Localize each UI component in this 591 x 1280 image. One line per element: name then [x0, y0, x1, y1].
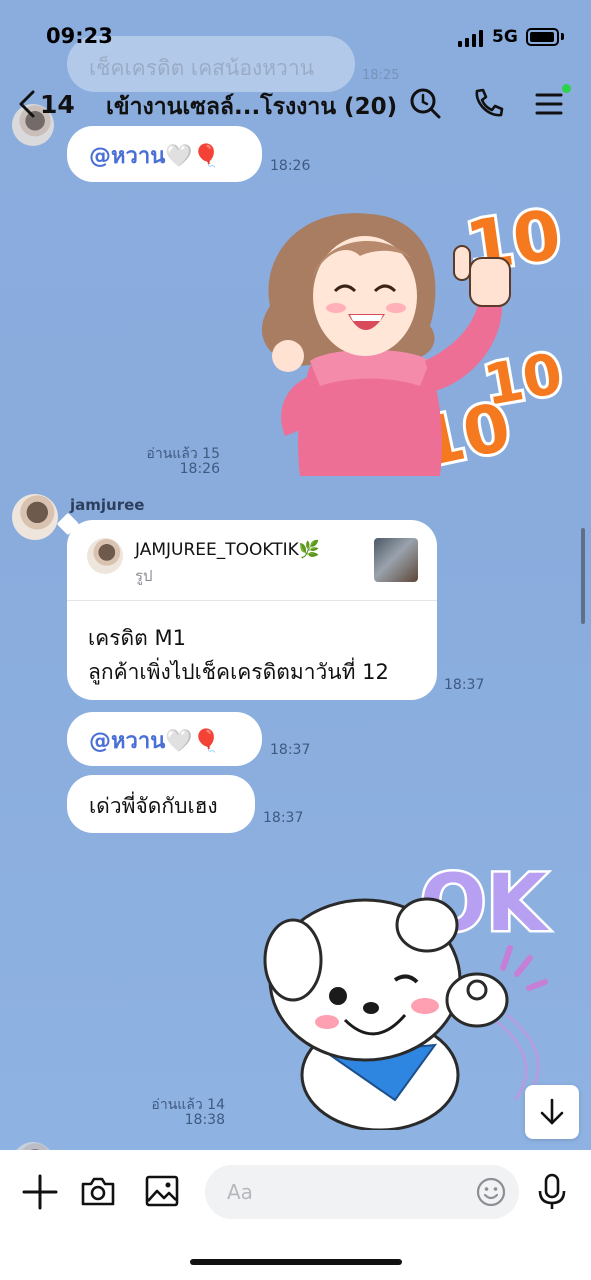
back-button[interactable]: 14 [18, 84, 75, 124]
message-bubble-text[interactable]: เด่วพี่จัดกับเฮง [67, 775, 255, 833]
scroll-to-bottom-button[interactable] [525, 1085, 579, 1139]
menu-button[interactable] [531, 86, 567, 122]
plus-icon [22, 1174, 58, 1210]
message-time: 18:37 [263, 810, 304, 826]
gallery-button[interactable] [144, 1174, 180, 1208]
message-bubble-mention[interactable]: @หวาน🤍🎈 [67, 712, 262, 766]
message-text-line1: เครดิต M1 [88, 626, 186, 650]
camera-icon [81, 1177, 115, 1206]
sender-avatar[interactable] [12, 494, 58, 540]
sticker-image: 10 10 10 [261, 193, 570, 486]
voice-button[interactable] [536, 1172, 568, 1212]
avatar[interactable] [12, 1142, 54, 1150]
scrollbar[interactable] [581, 528, 585, 624]
chat-background: เช็คเครดิต เคสน้องหวาน 18:25 @หวาน🤍🎈 18:… [0, 0, 591, 1150]
message-time: 18:26 [270, 158, 311, 174]
quoted-subtitle: รูป [135, 567, 153, 585]
phone-icon [475, 88, 504, 117]
menu-icon [535, 93, 563, 115]
chat-header: 14 เข้างานเซลล์...โรงงาน (20) [0, 72, 591, 142]
add-button[interactable] [20, 1172, 60, 1212]
emoji-icon[interactable] [475, 1176, 507, 1208]
signal-icon [458, 29, 484, 47]
unread-count: 14 [40, 89, 75, 119]
arrow-down-icon [540, 1098, 564, 1125]
status-bar: 09:23 5G [0, 0, 591, 72]
sticker-girl-thumbs-up[interactable]: 10 10 10 [240, 193, 570, 486]
microphone-icon [538, 1173, 566, 1209]
notification-dot [562, 84, 571, 93]
home-indicator [190, 1259, 402, 1265]
emoji-text: 🤍🎈 [165, 729, 221, 754]
status-time: 09:23 [46, 24, 113, 48]
search-icon [410, 88, 441, 119]
sticker-puppy-ok[interactable]: OK [245, 850, 565, 1132]
message-time: 18:37 [444, 677, 485, 693]
quoted-avatar [87, 538, 123, 574]
sender-name[interactable]: jamjuree [70, 496, 144, 514]
sticker-image: OK [263, 857, 552, 1132]
message-input-field[interactable] [205, 1165, 519, 1219]
quote-divider [67, 600, 437, 601]
message-text-line2: ลูกค้าเพิ่งไปเช็คเครดิตมาวันที่ 12 [88, 660, 389, 684]
network-label: 5G [492, 27, 518, 47]
quoted-thumbnail[interactable] [374, 538, 418, 582]
message-time: 18:38 [184, 1112, 225, 1128]
battery-tip [561, 33, 564, 40]
search-button[interactable] [408, 86, 444, 122]
mention-link[interactable]: @หวาน [89, 144, 165, 169]
image-icon [145, 1175, 179, 1207]
emoji-text: 🤍🎈 [165, 144, 221, 169]
quoted-reply-bubble[interactable]: JAMJUREE_TOOKTIK🌿 รูป เครดิต M1 ลูกค้าเพ… [67, 520, 437, 700]
chevron-left-icon [19, 90, 35, 118]
message-time: 18:26 [179, 461, 220, 477]
call-button[interactable] [470, 86, 506, 122]
chat-title[interactable]: เข้างานเซลล์...โรงงาน (20) [106, 89, 397, 125]
camera-button[interactable] [80, 1174, 116, 1208]
mention-link[interactable]: @หวาน [89, 729, 165, 754]
message-time: 18:37 [270, 742, 311, 758]
message-input[interactable] [227, 1179, 467, 1205]
battery-icon [526, 28, 559, 46]
quoted-name: JAMJUREE_TOOKTIK🌿 [135, 540, 320, 560]
